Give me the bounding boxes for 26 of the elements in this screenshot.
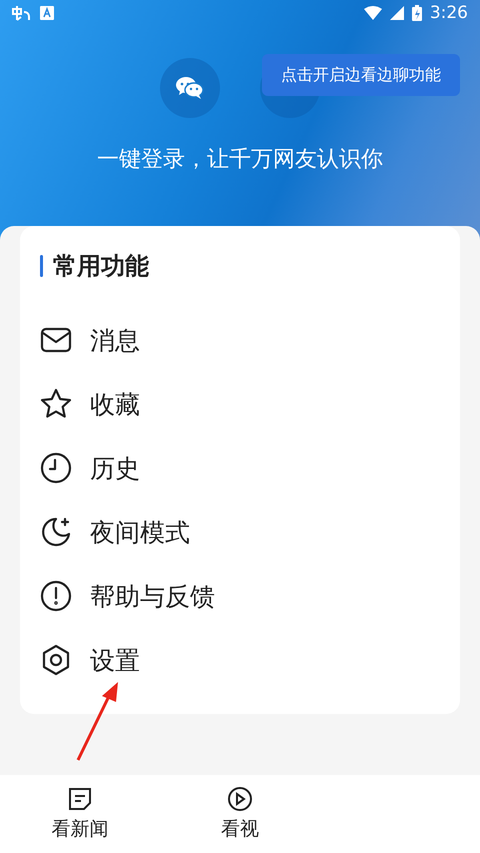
signal-icon (390, 6, 404, 20)
menu-item[interactable]: 夜间模式 (40, 500, 460, 564)
clock-time: 3:26 (430, 3, 468, 23)
settings-icon (40, 644, 72, 676)
keyboard-icon (40, 6, 54, 20)
section-title: 常用功能 (53, 251, 149, 282)
accent-bar (40, 255, 43, 277)
menu-item[interactable]: 历史 (40, 436, 460, 500)
moon-icon (40, 516, 72, 548)
document-icon (67, 786, 93, 812)
battery-icon (412, 5, 422, 21)
play-icon (227, 786, 253, 812)
login-prompt: 一键登录，让千万网友认识你 (96, 146, 384, 174)
clock-icon (40, 452, 72, 484)
exclamation-icon (40, 580, 72, 612)
menu-item[interactable]: 设置 (40, 628, 460, 692)
nav-tab[interactable]: 看视 (160, 775, 320, 853)
nav-tab[interactable]: 看新闻 (0, 775, 160, 853)
app-icon (10, 4, 32, 22)
menu-item[interactable]: 收藏 (40, 372, 460, 436)
tooltip: 点击开启边看边聊功能 (262, 54, 460, 96)
wifi-icon (364, 6, 382, 20)
menu-item[interactable]: 帮助与反馈 (40, 564, 460, 628)
chat-bubbles-icon (175, 75, 205, 101)
menu-item[interactable]: 消息 (40, 308, 460, 372)
star-icon (40, 388, 72, 420)
